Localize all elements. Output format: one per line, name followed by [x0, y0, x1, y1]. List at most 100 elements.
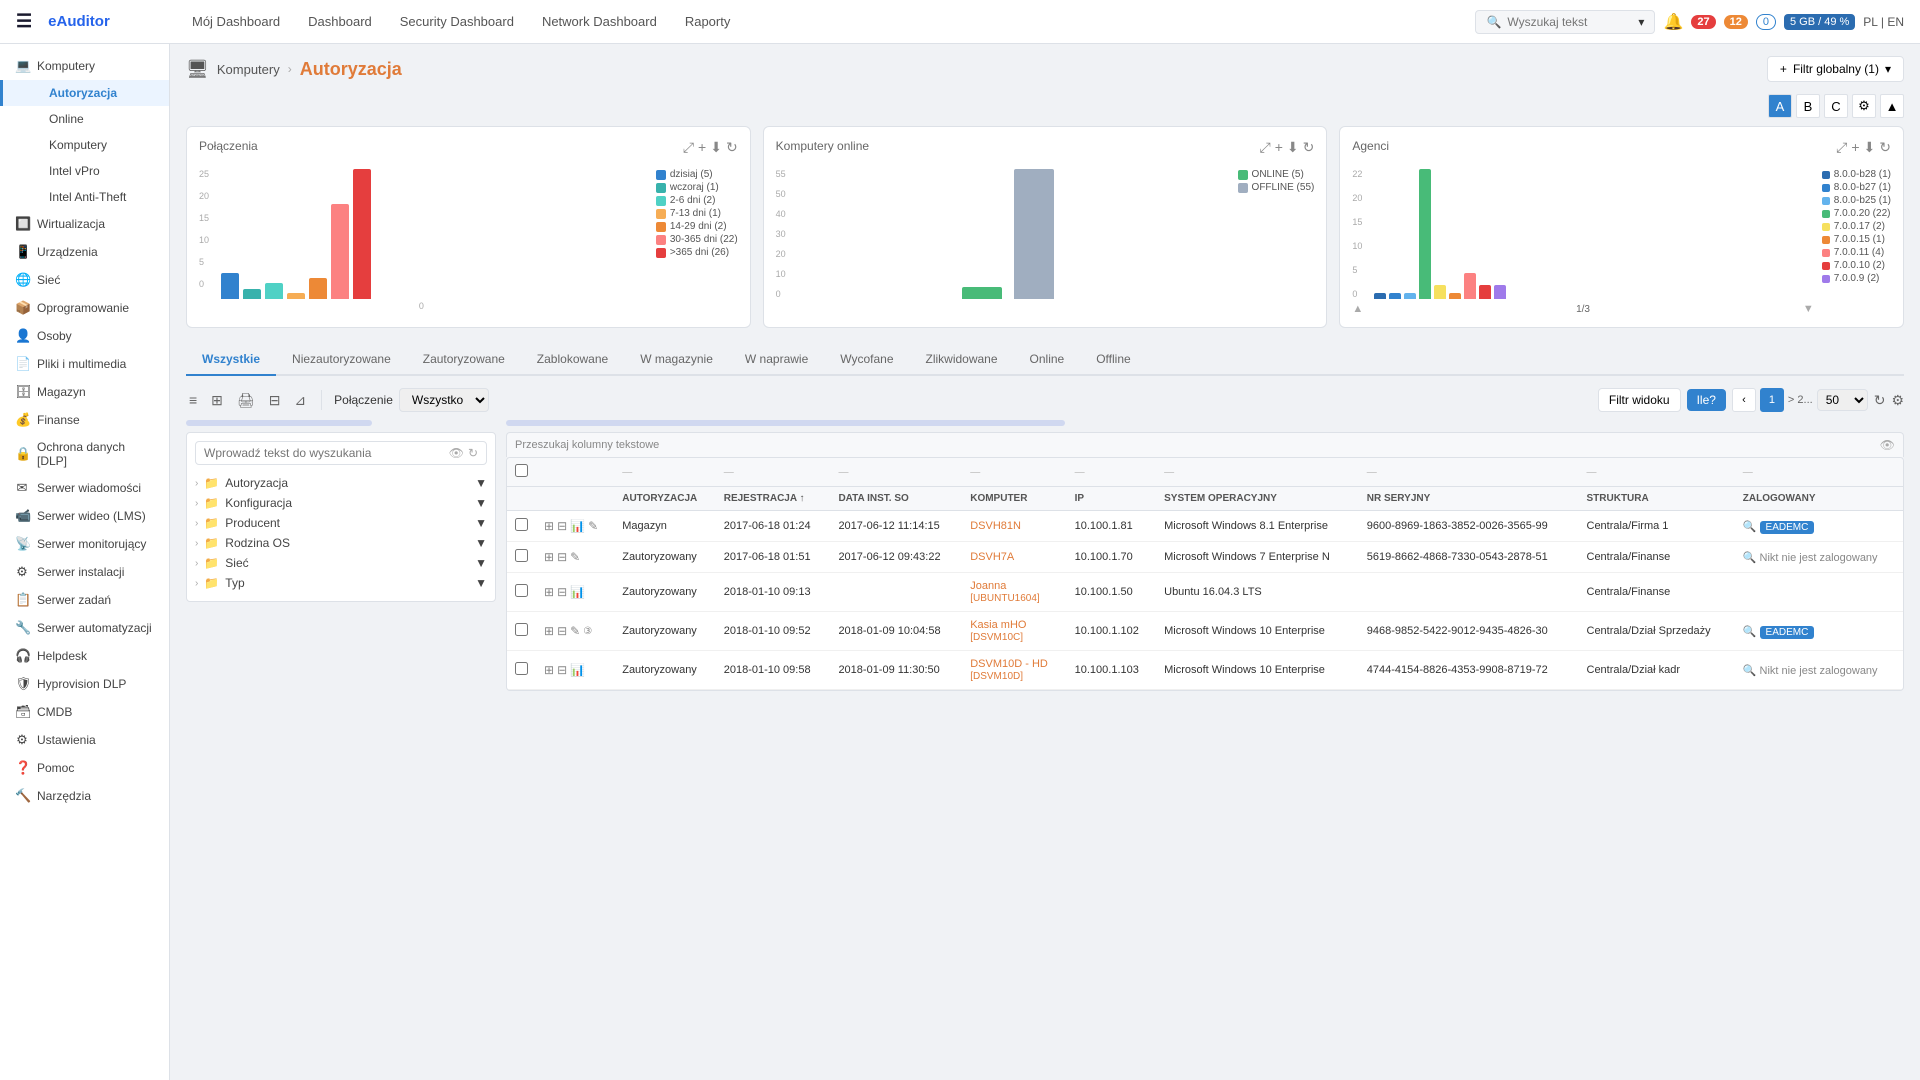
- expand-icon-online[interactable]: ⤢: [1259, 139, 1270, 156]
- row-checkbox-4[interactable]: [515, 662, 528, 675]
- prev-icon[interactable]: ▲: [1352, 303, 1363, 315]
- sidebar-item-oprogramowanie[interactable]: 📦 Oprogramowanie: [0, 294, 169, 322]
- row-chart-icon-0[interactable]: 📊: [570, 519, 585, 533]
- row-chart-icon-4[interactable]: 📊: [570, 663, 585, 677]
- download-icon[interactable]: ⬇: [710, 139, 722, 156]
- th-struktura[interactable]: STRUKTURA: [1579, 487, 1735, 511]
- view-btn-b[interactable]: B: [1796, 94, 1820, 118]
- row-edit-icon-0[interactable]: ✎: [588, 519, 598, 533]
- row-table-icon-2[interactable]: ⊟: [557, 585, 567, 599]
- row-table-icon-4[interactable]: ⊟: [557, 663, 567, 677]
- expand-arrow-4[interactable]: ›: [195, 558, 198, 569]
- komputer-link-1[interactable]: DSVH7A: [970, 551, 1014, 563]
- nav-dashboard[interactable]: Dashboard: [296, 8, 384, 35]
- tab-w-magazynie[interactable]: W magazynie: [624, 344, 729, 376]
- refresh-icon-agents[interactable]: ↻: [1879, 139, 1891, 156]
- sidebar-item-serwer-zadan[interactable]: 📋 Serwer zadań: [0, 586, 169, 614]
- search-icon-row-1[interactable]: 🔍: [1743, 552, 1757, 564]
- nav-network-dashboard[interactable]: Network Dashboard: [530, 8, 669, 35]
- view-btn-a[interactable]: A: [1768, 94, 1792, 118]
- view-collapse-btn[interactable]: ▲: [1880, 94, 1904, 118]
- tree-item-rodzina-os[interactable]: › 📁 Rodzina OS ▼: [195, 533, 487, 553]
- row-extra-icon-3[interactable]: ③: [583, 626, 592, 637]
- add-icon-agents[interactable]: +: [1851, 139, 1859, 156]
- nav-my-dashboard[interactable]: Mój Dashboard: [180, 8, 292, 35]
- komputer-link-kasia[interactable]: Kasia mHO: [970, 619, 1058, 631]
- sidebar-item-hyprovision[interactable]: 🛡 Hyprovision DLP: [0, 670, 169, 698]
- sidebar-item-serwer-wiadomosci[interactable]: ✉ Serwer wiadomości: [0, 474, 169, 502]
- sidebar-item-narzedzia[interactable]: 🔨 Narzędzia: [0, 782, 169, 810]
- search-input[interactable]: [1507, 15, 1632, 29]
- col-filter-eye-icon[interactable]: 👁: [1880, 438, 1895, 452]
- search-icon-row-3[interactable]: 🔍: [1743, 626, 1757, 638]
- tree-item-siec[interactable]: › 📁 Sieć ▼: [195, 553, 487, 573]
- search-icon-row-0[interactable]: 🔍: [1743, 521, 1757, 533]
- sidebar-item-intel-antitheft[interactable]: Intel Anti-Theft: [0, 184, 169, 210]
- filter-view-button[interactable]: Filtr widoku: [1598, 388, 1681, 412]
- download-icon-online[interactable]: ⬇: [1287, 139, 1299, 156]
- sidebar-item-dlp[interactable]: 🔒 Ochrona danych [DLP]: [0, 434, 169, 474]
- sidebar-item-osoby[interactable]: 👤 Osoby: [0, 322, 169, 350]
- filter-refresh-icon[interactable]: ↻: [468, 446, 478, 460]
- row-komputer-3[interactable]: Kasia mHO [DSVM10C]: [962, 612, 1066, 651]
- row-komputer-4[interactable]: DSVM10D - HD [DSVM10D]: [962, 651, 1066, 690]
- tab-wszystkie[interactable]: Wszystkie: [186, 344, 276, 376]
- komputer-link-dsvm10d-sub[interactable]: [DSVM10D]: [970, 671, 1023, 682]
- th-ip[interactable]: IP: [1067, 487, 1156, 511]
- sidebar-item-finanse[interactable]: 💰 Finanse: [0, 406, 169, 434]
- search-icon-row-4[interactable]: 🔍: [1743, 665, 1757, 677]
- tree-item-typ[interactable]: › 📁 Typ ▼: [195, 573, 487, 593]
- tree-arrow-3[interactable]: ▼: [475, 536, 487, 550]
- sidebar-item-komputery-sub[interactable]: Komputery: [0, 132, 169, 158]
- row-table-icon-3[interactable]: ⊟: [557, 624, 567, 638]
- sidebar-item-serwer-instalacji[interactable]: ⚙ Serwer instalacji: [0, 558, 169, 586]
- breadcrumb-parent[interactable]: Komputery: [217, 62, 280, 77]
- expand-icon[interactable]: ⤢: [683, 139, 694, 156]
- th-autoryzacja[interactable]: AUTORYZACJA: [614, 487, 716, 511]
- komputer-link-joanna-sub[interactable]: [UBUNTU1604]: [970, 593, 1039, 604]
- prev-page-btn[interactable]: ‹: [1732, 388, 1756, 412]
- search-dropdown-icon[interactable]: ▾: [1638, 15, 1644, 29]
- copy-icon[interactable]: ⊞: [208, 389, 226, 412]
- tree-arrow-1[interactable]: ▼: [475, 496, 487, 510]
- ile-button[interactable]: Ile?: [1687, 389, 1726, 411]
- nav-raporty[interactable]: Raporty: [673, 8, 743, 35]
- row-grid-icon-2[interactable]: ⊞: [544, 585, 554, 599]
- grid-view-icon[interactable]: ⊟: [266, 389, 284, 412]
- refresh-icon-online[interactable]: ↻: [1303, 139, 1315, 156]
- row-komputer-2[interactable]: Joanna [UBUNTU1604]: [962, 573, 1066, 612]
- add-icon-online[interactable]: +: [1275, 139, 1283, 156]
- row-chart-icon-2[interactable]: 📊: [570, 585, 585, 599]
- tree-arrow-5[interactable]: ▼: [475, 576, 487, 590]
- add-icon[interactable]: +: [698, 139, 706, 156]
- sidebar-item-online[interactable]: Online: [0, 106, 169, 132]
- expand-arrow-3[interactable]: ›: [195, 538, 198, 549]
- sidebar-item-urzadzenia[interactable]: 📱 Urządzenia: [0, 238, 169, 266]
- filter-eye-icon[interactable]: 👁: [449, 446, 464, 460]
- komputer-link-kasia-sub[interactable]: [DSVM10C]: [970, 632, 1023, 643]
- row-checkbox-1[interactable]: [515, 549, 528, 562]
- tree-arrow-0[interactable]: ▼: [475, 476, 487, 490]
- th-serial[interactable]: NR SERYJNY: [1359, 487, 1579, 511]
- tab-wycofane[interactable]: Wycofane: [824, 344, 909, 376]
- view-settings-btn[interactable]: ⚙: [1852, 94, 1876, 118]
- tree-item-autoryzacja[interactable]: › 📁 Autoryzacja ▼: [195, 473, 487, 493]
- tree-arrow-2[interactable]: ▼: [475, 516, 487, 530]
- sidebar-item-magazyn[interactable]: 🗄 Magazyn: [0, 378, 169, 406]
- tab-zlikwidowane[interactable]: Zlikwidowane: [910, 344, 1014, 376]
- row-edit-icon-1[interactable]: ✎: [570, 550, 580, 564]
- next-icon[interactable]: ▼: [1803, 303, 1814, 315]
- sidebar-item-cmdb[interactable]: 🗃 CMDB: [0, 698, 169, 726]
- th-rejestracja[interactable]: REJESTRACJA ↑: [716, 487, 831, 511]
- row-grid-icon-4[interactable]: ⊞: [544, 663, 554, 677]
- connection-dropdown[interactable]: Wszystko Online Offline: [399, 388, 489, 412]
- sidebar-item-autoryzacja[interactable]: Autoryzacja: [0, 80, 169, 106]
- filter-global-button[interactable]: + Filtr globalny (1) ▾: [1767, 56, 1904, 82]
- list-view-icon[interactable]: ≡: [186, 389, 200, 411]
- komputer-link-0[interactable]: DSVH81N: [970, 520, 1021, 532]
- row-checkbox-2[interactable]: [515, 584, 528, 597]
- tree-arrow-4[interactable]: ▼: [475, 556, 487, 570]
- th-data-inst[interactable]: DATA INST. SO: [830, 487, 962, 511]
- sidebar-item-helpdesk[interactable]: 🎧 Helpdesk: [0, 642, 169, 670]
- view-btn-c[interactable]: C: [1824, 94, 1848, 118]
